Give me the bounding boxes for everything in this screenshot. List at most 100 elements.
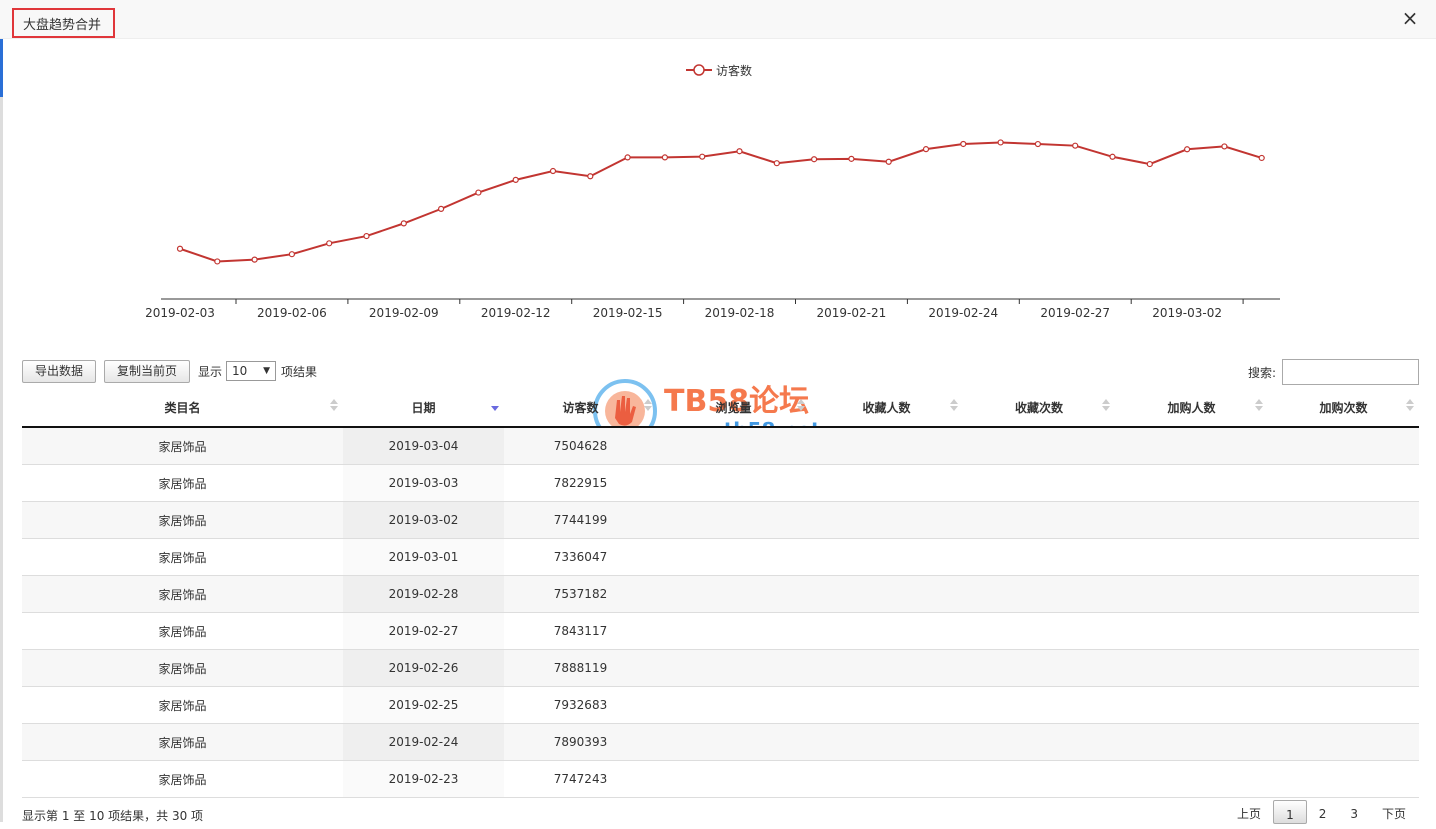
page-button-2[interactable]: 2 <box>1307 800 1339 824</box>
column-header-visitors[interactable]: 访客数 <box>504 388 657 428</box>
column-header-pageviews[interactable]: 浏览量 <box>657 388 810 428</box>
x-tick-label: 2019-02-06 <box>257 306 327 320</box>
table-cell <box>810 723 963 761</box>
table-row: 家居饰品 2019-03-01 7336047 <box>22 538 1419 576</box>
data-point[interactable] <box>885 158 892 165</box>
data-point[interactable] <box>661 154 669 161</box>
legend-line-icon <box>686 64 712 76</box>
data-point[interactable] <box>699 153 706 160</box>
table-row: 家居饰品 2019-03-04 7504628 <box>22 427 1419 465</box>
column-header-fav-users[interactable]: 收藏人数 <box>810 388 963 428</box>
table-cell: 2019-03-02 <box>343 501 504 539</box>
data-point[interactable] <box>549 167 557 175</box>
data-point[interactable] <box>512 176 519 183</box>
table-cell: 7890393 <box>504 723 657 761</box>
table-cell: 2019-03-01 <box>343 538 504 576</box>
close-icon[interactable]: × <box>1400 8 1420 28</box>
data-point[interactable] <box>1183 146 1191 153</box>
data-point[interactable] <box>997 139 1004 146</box>
sort-icon <box>950 399 958 415</box>
table-cell: 家居饰品 <box>22 723 343 761</box>
table-controls: 导出数据 复制当前页 显示 10 ▼ 项结果 <box>22 359 317 383</box>
table-cell <box>657 686 810 724</box>
export-data-button[interactable]: 导出数据 <box>22 359 97 383</box>
table-cell <box>963 686 1115 724</box>
results-label: 项结果 <box>281 364 318 379</box>
data-point[interactable] <box>176 245 184 252</box>
table-cell: 7336047 <box>504 538 657 576</box>
column-header-date[interactable]: 日期 <box>343 388 504 428</box>
search-label: 搜索: <box>1247 365 1276 380</box>
table-cell: 家居饰品 <box>22 464 343 502</box>
data-point[interactable] <box>810 156 818 163</box>
data-point[interactable] <box>848 155 855 162</box>
sort-icon <box>1406 399 1414 415</box>
table-cell <box>1115 612 1268 650</box>
sort-icon <box>330 399 338 415</box>
copy-page-button[interactable]: 复制当前页 <box>104 359 191 383</box>
search-area: 搜索: <box>1248 359 1419 385</box>
data-point[interactable] <box>1034 140 1042 148</box>
table-cell <box>657 649 810 687</box>
table-cell: 2019-02-23 <box>343 760 504 798</box>
data-point[interactable] <box>214 258 221 265</box>
x-tick-label: 2019-02-12 <box>481 306 551 320</box>
data-point[interactable] <box>251 256 258 263</box>
table-cell: 家居饰品 <box>22 686 343 724</box>
table-cell <box>963 649 1115 687</box>
table-cell <box>1268 760 1419 798</box>
data-point[interactable] <box>736 148 743 155</box>
table-row: 家居饰品 2019-03-02 7744199 <box>22 501 1419 539</box>
search-input[interactable] <box>1282 359 1419 385</box>
table-cell <box>1115 538 1268 576</box>
data-point[interactable] <box>624 154 631 161</box>
table-cell: 7843117 <box>504 612 657 650</box>
x-tick-label: 2019-02-21 <box>817 306 887 320</box>
table-cell <box>963 723 1115 761</box>
data-point[interactable] <box>1146 160 1153 168</box>
data-point[interactable] <box>363 232 370 240</box>
column-header-cart-count[interactable]: 加购次数 <box>1268 388 1419 428</box>
data-point[interactable] <box>773 160 780 167</box>
table-cell: 2019-03-03 <box>343 464 504 502</box>
show-label: 显示 <box>198 364 223 379</box>
next-page-button[interactable]: 下页 <box>1370 800 1418 824</box>
table-cell <box>1115 427 1268 465</box>
column-header-cart-users[interactable]: 加购人数 <box>1115 388 1268 428</box>
data-point[interactable] <box>1109 153 1116 160</box>
dialog-title-text: 大盘趋势合并 <box>23 17 102 33</box>
data-point[interactable] <box>326 240 333 247</box>
table-cell <box>1268 501 1419 539</box>
column-header-category[interactable]: 类目名 <box>22 388 343 428</box>
data-point[interactable] <box>960 140 967 148</box>
dialog-header: 大盘趋势合并 × <box>0 0 1436 39</box>
page-size-select[interactable]: 10 ▼ <box>226 361 277 381</box>
table-cell <box>1268 649 1419 687</box>
page-size-value: 10 <box>232 364 248 378</box>
table-cell <box>657 501 810 539</box>
table-cell <box>810 538 963 576</box>
data-point[interactable] <box>922 146 930 153</box>
data-point[interactable] <box>400 220 407 227</box>
page-button-3[interactable]: 3 <box>1338 800 1370 824</box>
prev-page-button[interactable]: 上页 <box>1225 800 1273 824</box>
pagination: 上页 1 2 3 下页 <box>1225 800 1418 824</box>
table-cell <box>1268 612 1419 650</box>
table-row: 家居饰品 2019-02-24 7890393 <box>22 723 1419 761</box>
data-point[interactable] <box>1258 154 1265 162</box>
line-chart: 2019-02-03 2019-02-06 2019-02-09 2019-02-12… <box>145 139 1280 320</box>
data-point[interactable] <box>1221 143 1228 150</box>
data-point[interactable] <box>587 173 594 180</box>
chart-legend[interactable]: 访客数 <box>686 60 752 80</box>
data-point[interactable] <box>1072 142 1079 149</box>
data-point[interactable] <box>288 251 295 258</box>
table-cell <box>963 464 1115 502</box>
table-cell <box>810 760 963 798</box>
x-tick-label: 2019-02-27 <box>1040 306 1110 320</box>
page-button-1[interactable]: 1 <box>1273 800 1307 824</box>
column-header-fav-count[interactable]: 收藏次数 <box>963 388 1115 428</box>
data-point[interactable] <box>475 189 482 196</box>
data-point[interactable] <box>438 205 445 212</box>
table-cell <box>657 612 810 650</box>
table-cell <box>810 464 963 502</box>
